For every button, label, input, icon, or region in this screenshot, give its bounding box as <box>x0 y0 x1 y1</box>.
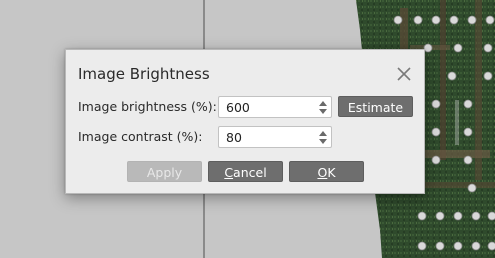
cancel-mnemonic: C <box>224 165 234 180</box>
estimate-button[interactable]: Estimate <box>338 96 413 117</box>
dialog-title: Image Brightness <box>78 65 210 83</box>
brightness-spinbox[interactable] <box>218 96 332 118</box>
close-icon <box>397 67 411 81</box>
image-brightness-dialog: Image Brightness Image brightness (%): E… <box>65 49 425 194</box>
arrow-down-icon[interactable] <box>319 139 327 144</box>
ok-label-rest: K <box>327 165 336 180</box>
cancel-label-rest: ancel <box>233 165 267 180</box>
contrast-spinbox[interactable] <box>218 126 332 148</box>
brightness-label: Image brightness (%): <box>78 99 217 114</box>
arrow-up-icon[interactable] <box>319 101 327 106</box>
arrow-down-icon[interactable] <box>319 109 327 114</box>
close-button[interactable] <box>395 65 413 83</box>
cancel-button[interactable]: Cancel <box>208 161 283 182</box>
brightness-input[interactable] <box>219 97 315 117</box>
apply-button[interactable]: Apply <box>127 161 202 182</box>
contrast-label: Image contrast (%): <box>78 129 203 144</box>
brightness-spin-arrows[interactable] <box>318 99 328 115</box>
contrast-spin-arrows[interactable] <box>318 129 328 145</box>
contrast-input[interactable] <box>219 127 315 147</box>
ok-button[interactable]: OK <box>289 161 364 182</box>
ok-mnemonic: O <box>317 165 328 180</box>
arrow-up-icon[interactable] <box>319 131 327 136</box>
